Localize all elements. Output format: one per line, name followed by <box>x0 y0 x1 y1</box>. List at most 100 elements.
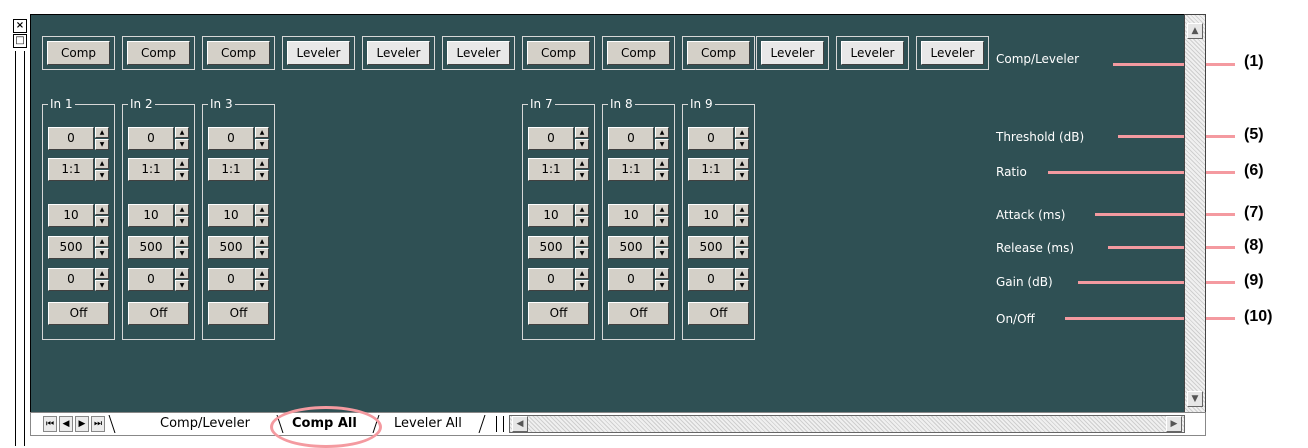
spin-down-icon[interactable]: ▼ <box>255 170 269 181</box>
onoff-button[interactable]: Off <box>528 302 589 325</box>
next-sheet-icon[interactable]: ▶ <box>75 416 89 432</box>
spin-down-icon[interactable]: ▼ <box>655 248 669 259</box>
spin-down-icon[interactable]: ▼ <box>255 248 269 259</box>
spin-up-icon[interactable]: ▲ <box>575 236 589 247</box>
threshold-value[interactable]: 0 <box>688 127 734 150</box>
release-value[interactable]: 500 <box>528 236 574 259</box>
threshold-value[interactable]: 0 <box>208 127 254 150</box>
comp-leveler-button[interactable]: Leveler <box>841 41 904 65</box>
spin-up-icon[interactable]: ▲ <box>175 236 189 247</box>
release-value[interactable]: 500 <box>608 236 654 259</box>
comp-leveler-button[interactable]: Comp <box>207 41 270 65</box>
attack-value[interactable]: 10 <box>208 204 254 227</box>
spin-up-icon[interactable]: ▲ <box>575 127 589 138</box>
spin-down-icon[interactable]: ▼ <box>735 216 749 227</box>
scroll-right-icon[interactable]: ▶ <box>1166 416 1182 432</box>
gain-value[interactable]: 0 <box>688 268 734 291</box>
ratio-value[interactable]: 1:1 <box>208 158 254 181</box>
spin-down-icon[interactable]: ▼ <box>255 216 269 227</box>
ratio-value[interactable]: 1:1 <box>528 158 574 181</box>
comp-leveler-button[interactable]: Leveler <box>367 41 430 65</box>
attack-value[interactable]: 10 <box>528 204 574 227</box>
spin-up-icon[interactable]: ▲ <box>575 158 589 169</box>
spin-down-icon[interactable]: ▼ <box>175 139 189 150</box>
comp-leveler-button[interactable]: Comp <box>687 41 750 65</box>
gain-value[interactable]: 0 <box>208 268 254 291</box>
threshold-value[interactable]: 0 <box>48 127 94 150</box>
release-value[interactable]: 500 <box>688 236 734 259</box>
spin-up-icon[interactable]: ▲ <box>655 127 669 138</box>
onoff-button[interactable]: Off <box>608 302 669 325</box>
scroll-up-icon[interactable]: ▲ <box>1187 23 1203 39</box>
comp-leveler-button[interactable]: Comp <box>127 41 190 65</box>
gain-value[interactable]: 0 <box>128 268 174 291</box>
spin-down-icon[interactable]: ▼ <box>95 280 109 291</box>
spin-up-icon[interactable]: ▲ <box>735 268 749 279</box>
threshold-value[interactable]: 0 <box>608 127 654 150</box>
spin-up-icon[interactable]: ▲ <box>655 268 669 279</box>
threshold-value[interactable]: 0 <box>528 127 574 150</box>
onoff-button[interactable]: Off <box>208 302 269 325</box>
release-value[interactable]: 500 <box>48 236 94 259</box>
spin-down-icon[interactable]: ▼ <box>735 170 749 181</box>
comp-leveler-button[interactable]: Leveler <box>287 41 350 65</box>
spin-up-icon[interactable]: ▲ <box>655 158 669 169</box>
spin-up-icon[interactable]: ▲ <box>735 127 749 138</box>
scroll-left-icon[interactable]: ◀ <box>512 416 528 432</box>
release-value[interactable]: 500 <box>208 236 254 259</box>
tab-leveler-all[interactable]: Leveler All <box>394 414 462 434</box>
spin-up-icon[interactable]: ▲ <box>655 236 669 247</box>
onoff-button[interactable]: Off <box>128 302 189 325</box>
spin-up-icon[interactable]: ▲ <box>175 158 189 169</box>
spin-down-icon[interactable]: ▼ <box>655 216 669 227</box>
spin-up-icon[interactable]: ▲ <box>95 268 109 279</box>
spin-up-icon[interactable]: ▲ <box>175 204 189 215</box>
spin-down-icon[interactable]: ▼ <box>735 280 749 291</box>
comp-leveler-button[interactable]: Leveler <box>447 41 510 65</box>
spin-up-icon[interactable]: ▲ <box>175 127 189 138</box>
close-icon[interactable]: × <box>13 19 27 33</box>
spin-up-icon[interactable]: ▲ <box>575 204 589 215</box>
onoff-button[interactable]: Off <box>688 302 749 325</box>
tab-split-handle[interactable] <box>496 416 504 432</box>
spin-down-icon[interactable]: ▼ <box>575 139 589 150</box>
spin-down-icon[interactable]: ▼ <box>175 216 189 227</box>
gain-value[interactable]: 0 <box>608 268 654 291</box>
last-sheet-icon[interactable]: ⏭ <box>91 416 105 432</box>
spin-down-icon[interactable]: ▼ <box>175 280 189 291</box>
spin-up-icon[interactable]: ▲ <box>655 204 669 215</box>
vertical-scrollbar[interactable]: ▲ ▼ <box>1184 14 1206 414</box>
spin-up-icon[interactable]: ▲ <box>255 236 269 247</box>
ratio-value[interactable]: 1:1 <box>48 158 94 181</box>
spin-down-icon[interactable]: ▼ <box>95 248 109 259</box>
spin-up-icon[interactable]: ▲ <box>735 204 749 215</box>
spin-down-icon[interactable]: ▼ <box>95 139 109 150</box>
threshold-value[interactable]: 0 <box>128 127 174 150</box>
spin-down-icon[interactable]: ▼ <box>255 280 269 291</box>
spin-up-icon[interactable]: ▲ <box>735 158 749 169</box>
comp-leveler-button[interactable]: Leveler <box>761 41 824 65</box>
horizontal-scrollbar[interactable]: ◀ ▶ <box>509 415 1185 433</box>
spin-up-icon[interactable]: ▲ <box>255 158 269 169</box>
tab-comp-leveler[interactable]: Comp/Leveler <box>160 414 250 434</box>
spin-down-icon[interactable]: ▼ <box>175 170 189 181</box>
spin-down-icon[interactable]: ▼ <box>735 248 749 259</box>
spin-down-icon[interactable]: ▼ <box>655 170 669 181</box>
spin-down-icon[interactable]: ▼ <box>575 248 589 259</box>
spin-up-icon[interactable]: ▲ <box>735 236 749 247</box>
onoff-button[interactable]: Off <box>48 302 109 325</box>
spin-up-icon[interactable]: ▲ <box>175 268 189 279</box>
spin-up-icon[interactable]: ▲ <box>95 127 109 138</box>
spin-up-icon[interactable]: ▲ <box>95 204 109 215</box>
spin-down-icon[interactable]: ▼ <box>255 139 269 150</box>
release-value[interactable]: 500 <box>128 236 174 259</box>
spin-down-icon[interactable]: ▼ <box>735 139 749 150</box>
gain-value[interactable]: 0 <box>528 268 574 291</box>
attack-value[interactable]: 10 <box>128 204 174 227</box>
spin-up-icon[interactable]: ▲ <box>255 127 269 138</box>
spin-up-icon[interactable]: ▲ <box>255 268 269 279</box>
ratio-value[interactable]: 1:1 <box>688 158 734 181</box>
comp-leveler-button[interactable]: Comp <box>607 41 670 65</box>
spin-down-icon[interactable]: ▼ <box>575 170 589 181</box>
spin-down-icon[interactable]: ▼ <box>575 216 589 227</box>
